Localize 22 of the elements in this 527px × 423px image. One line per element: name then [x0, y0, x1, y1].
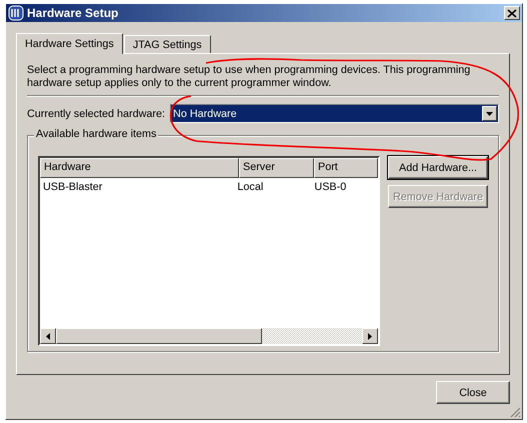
column-header[interactable]: Hardware [40, 158, 239, 178]
field-label: Currently selected hardware: [27, 108, 166, 120]
hardware-button[interactable]: Add Hardware... [388, 156, 488, 179]
column-header[interactable]: Port [314, 158, 378, 178]
scroll-right-icon [368, 332, 372, 340]
table-cell-text: USB-Blaster [42, 180, 104, 193]
description-text: Select a programming hardware setup to use when programming devices. This programming hardware setup applies only to the current programmer window. [27, 64, 472, 90]
close-button[interactable] [504, 6, 520, 20]
tab[interactable]: Hardware Settings [16, 33, 123, 54]
column-header[interactable]: Server [239, 158, 314, 178]
dropdown-arrow-icon [486, 112, 493, 116]
resize-grip-icon [509, 406, 521, 418]
hardware-row[interactable]: USB-Blaster Local USB-0 [40, 178, 378, 193]
scroll-left-icon [46, 332, 50, 340]
table-cell-text: Local [236, 180, 264, 193]
tab[interactable]: JTAG Settings [124, 35, 211, 53]
window-title: Hardware Setup [27, 6, 120, 20]
hardware-dropdown[interactable]: No Hardware [170, 104, 499, 123]
horizontal-scrollbar[interactable] [40, 328, 378, 344]
table-cell-text: USB-0 [313, 180, 348, 193]
dialog-button[interactable]: Close [436, 381, 510, 404]
group-title: Available hardware items [34, 128, 158, 140]
